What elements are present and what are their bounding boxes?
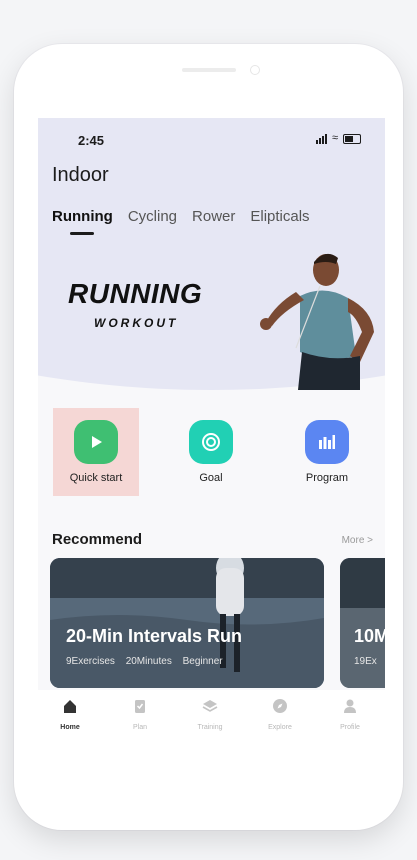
signal-icon xyxy=(315,134,327,144)
goal-label: Goal xyxy=(199,472,223,484)
card-title: 20-Min Intervals Run xyxy=(66,626,243,646)
runner-illustration xyxy=(260,253,374,390)
status-icons: ≈ xyxy=(315,132,361,144)
person-icon xyxy=(344,699,356,713)
home-icon xyxy=(64,700,76,713)
target-icon xyxy=(189,420,233,464)
tab-rower[interactable]: Rower xyxy=(192,208,235,225)
goal-button[interactable]: Goal xyxy=(168,408,254,496)
tab-elipticals[interactable]: Elipticals xyxy=(250,208,309,225)
card-duration: 20Minutes xyxy=(125,656,172,667)
banner-subtitle: WORKOUT xyxy=(94,316,179,330)
card-exercises: 9Exercises xyxy=(66,656,115,667)
card-level: Beginner xyxy=(182,656,223,667)
app-screen: 2:45 ≈ Indoor Running Cycling Rower Elip… xyxy=(38,118,385,766)
bottom-nav: Home Plan Training Explore Profile xyxy=(38,690,385,766)
program-button[interactable]: Program xyxy=(284,408,370,496)
card-meta: 9Exercises 20Minutes Beginner xyxy=(66,656,231,667)
quick-start-label: Quick start xyxy=(69,472,123,484)
nav-training-label: Training xyxy=(197,724,223,731)
program-label: Program xyxy=(305,472,349,484)
phone-frame: 2:45 ≈ Indoor Running Cycling Rower Elip… xyxy=(14,44,403,830)
nav-profile[interactable]: Profile xyxy=(320,698,380,731)
compass-icon xyxy=(273,699,287,713)
card-meta-partial: 19Ex xyxy=(354,656,377,667)
quick-actions: Quick start Goal Program xyxy=(38,408,385,498)
nav-explore-label: Explore xyxy=(268,724,292,731)
nav-profile-label: Profile xyxy=(340,724,360,731)
tab-cycling[interactable]: Cycling xyxy=(128,208,177,225)
nav-plan[interactable]: Plan xyxy=(110,698,170,731)
card-photo xyxy=(50,558,324,688)
tab-running[interactable]: Running xyxy=(52,208,113,235)
quick-start-button[interactable]: Quick start xyxy=(53,408,139,496)
clipboard-icon xyxy=(135,700,145,713)
front-camera xyxy=(250,65,260,75)
speaker-grille xyxy=(182,68,236,72)
nav-home[interactable]: Home xyxy=(40,698,100,731)
nav-explore[interactable]: Explore xyxy=(250,698,310,731)
banner-title: RUNNING xyxy=(68,278,203,309)
page-title: Indoor xyxy=(52,164,109,186)
more-link[interactable]: More > xyxy=(342,535,373,546)
chart-icon xyxy=(305,420,349,464)
nav-plan-label: Plan xyxy=(132,724,147,731)
status-time: 2:45 xyxy=(78,133,105,148)
recommend-title: Recommend xyxy=(52,531,143,548)
workout-card-partial[interactable]: 10M 19Ex xyxy=(340,558,385,688)
category-tabs: Running Cycling Rower Elipticals xyxy=(52,208,310,235)
play-icon xyxy=(74,420,118,464)
layers-icon xyxy=(202,700,218,712)
nav-training[interactable]: Training xyxy=(180,698,240,731)
workout-card[interactable]: 20-Min Intervals Run 9Exercises 20Minute… xyxy=(50,558,324,688)
wifi-icon: ≈ xyxy=(331,132,338,144)
battery-icon xyxy=(343,134,361,144)
card-photo-partial xyxy=(340,558,385,688)
nav-home-label: Home xyxy=(60,724,80,731)
card-title-partial: 10M xyxy=(354,626,385,646)
